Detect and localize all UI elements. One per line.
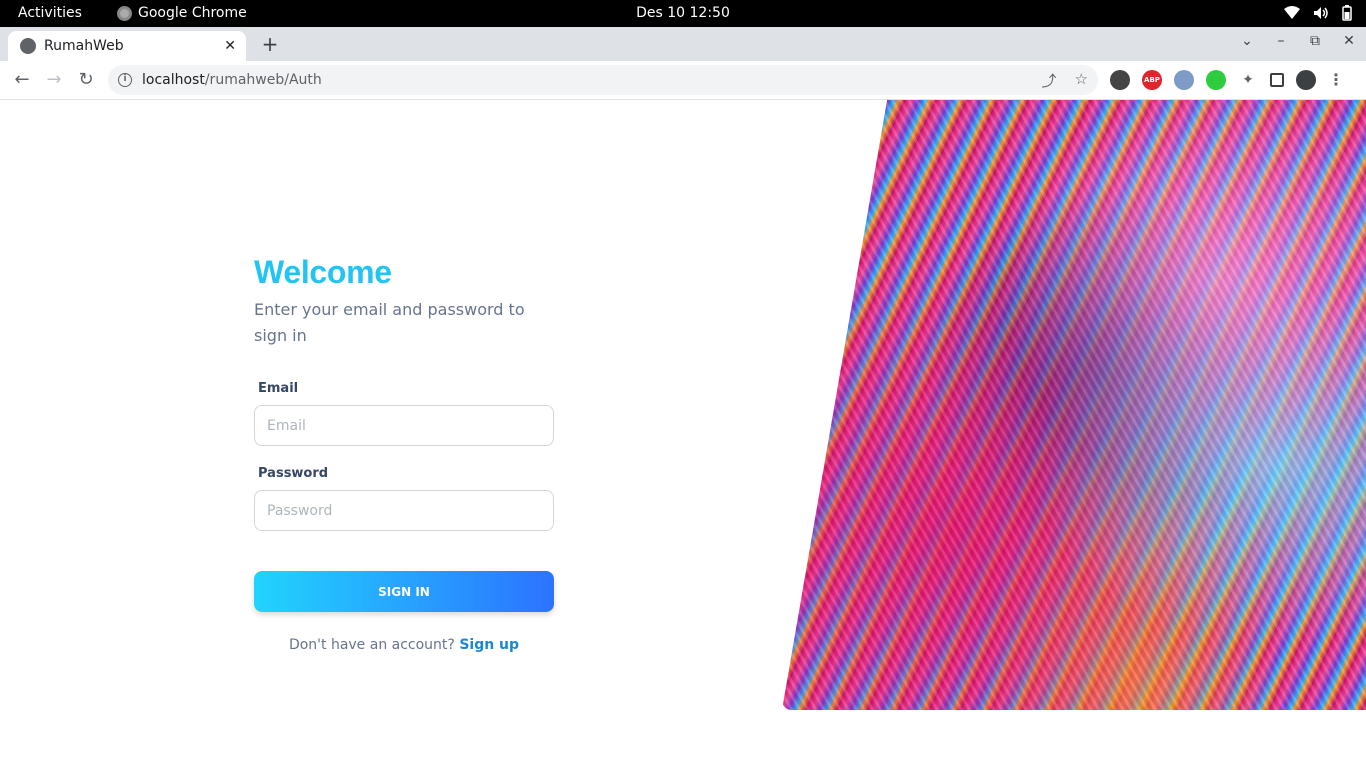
- profile-avatar[interactable]: [1296, 70, 1316, 90]
- tab-strip: RumahWeb ✕ + ⌄ – ⧉ ✕: [0, 27, 1366, 61]
- address-bar[interactable]: i localhost/rumahweb/Auth ⤴ ☆: [108, 65, 1098, 95]
- bookmark-star-icon[interactable]: ☆: [1075, 70, 1088, 91]
- page-title: Welcome: [254, 254, 392, 290]
- close-tab-icon[interactable]: ✕: [224, 38, 236, 54]
- password-label: Password: [258, 466, 329, 481]
- signup-link[interactable]: Sign up: [459, 637, 519, 653]
- wifi-icon: [1284, 6, 1300, 24]
- window-controls: ⌄ – ⧉ ✕: [1240, 33, 1356, 49]
- password-field[interactable]: [254, 490, 554, 531]
- globe-icon: [20, 38, 36, 54]
- email-label: Email: [258, 381, 299, 396]
- app-name: Google Chrome: [138, 5, 247, 21]
- no-account-text: Don't have an account?: [288, 637, 455, 653]
- decorative-art-panel: [782, 100, 1366, 710]
- eye-extension-icon[interactable]: [1206, 70, 1226, 90]
- app-menu[interactable]: Google Chrome: [117, 5, 247, 21]
- art-texture: [782, 100, 1366, 710]
- system-top-bar: Activities Google Chrome Des 10 12:50: [0, 0, 1366, 27]
- reload-icon[interactable]: ↻: [76, 69, 96, 90]
- minimize-icon[interactable]: –: [1274, 33, 1288, 49]
- tab-search-icon[interactable]: ⌄: [1240, 33, 1254, 49]
- tab-rumahweb[interactable]: RumahWeb ✕: [8, 31, 246, 61]
- extension-icon[interactable]: [1174, 70, 1194, 90]
- signup-prompt: Don't have an account? Sign up: [254, 637, 554, 653]
- restore-icon[interactable]: ⧉: [1308, 33, 1322, 49]
- close-window-icon[interactable]: ✕: [1342, 33, 1356, 49]
- url-path: /rumahweb/Auth: [204, 72, 322, 88]
- incognito-extension-icon[interactable]: [1110, 70, 1130, 90]
- battery-icon: [1342, 5, 1352, 25]
- volume-icon: [1313, 6, 1329, 24]
- chrome-icon: [117, 5, 132, 21]
- page-subtitle: Enter your email and password to sign in: [254, 300, 525, 345]
- url-host: localhost: [142, 72, 205, 88]
- new-tab-button[interactable]: +: [260, 32, 280, 56]
- email-field[interactable]: [254, 405, 554, 446]
- activities-button[interactable]: Activities: [18, 5, 82, 21]
- puzzle-extensions-icon[interactable]: ✦: [1238, 70, 1258, 90]
- browser-toolbar: ← → ↻ i localhost/rumahweb/Auth ⤴ ☆ ABP …: [0, 61, 1366, 100]
- forward-icon[interactable]: →: [44, 69, 64, 90]
- signin-form: Welcome Enter your email and password to…: [254, 250, 554, 653]
- back-icon[interactable]: ←: [12, 69, 32, 90]
- share-icon[interactable]: ⤴: [1042, 70, 1057, 91]
- adblock-plus-icon[interactable]: ABP: [1142, 70, 1162, 90]
- site-info-icon[interactable]: i: [118, 73, 132, 87]
- tab-title: RumahWeb: [44, 38, 124, 54]
- extensions-area: ABP ✦ ⋮: [1110, 70, 1344, 90]
- signin-button[interactable]: SIGN IN: [254, 571, 554, 612]
- system-tray[interactable]: [1284, 5, 1352, 25]
- login-page: Welcome Enter your email and password to…: [0, 100, 1366, 768]
- side-panel-icon[interactable]: [1270, 73, 1284, 87]
- menu-kebab-icon[interactable]: ⋮: [1328, 70, 1344, 90]
